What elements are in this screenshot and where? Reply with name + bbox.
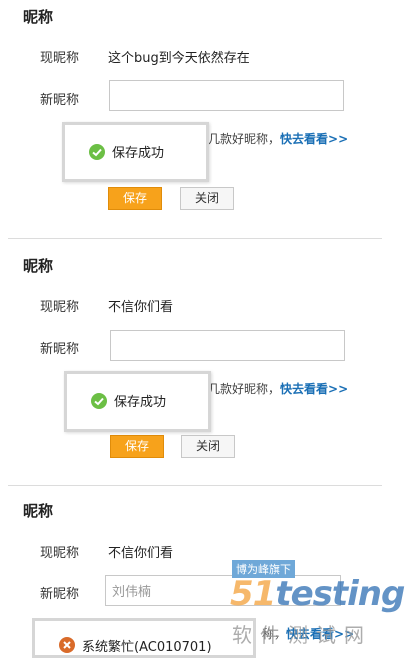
new-nickname-label: 新昵称	[40, 587, 80, 602]
divider	[8, 485, 382, 486]
watermark-logo: 博为峰旗下 51testing 软件测试网	[228, 556, 418, 648]
hint-text: 几款好昵称，	[208, 382, 281, 396]
nickname-hint: 几款好昵称，快去看看>>	[208, 380, 348, 397]
watermark-brand-text: testing	[275, 574, 405, 614]
current-nickname-label: 现昵称	[40, 51, 80, 66]
current-nickname-value: 不信你们看	[108, 546, 174, 561]
see-more-link[interactable]: 快去看看>>	[280, 132, 348, 146]
watermark-brand-number: 51	[230, 574, 276, 614]
save-button[interactable]: 保存	[108, 187, 162, 210]
watermark-subtitle: 软件测试网	[232, 623, 372, 647]
divider	[8, 238, 382, 239]
new-nickname-label: 新昵称	[40, 342, 80, 357]
error-icon	[59, 637, 75, 653]
close-button[interactable]: 关闭	[181, 435, 235, 458]
panel-title: 昵称	[23, 257, 54, 275]
current-nickname-label: 现昵称	[40, 546, 80, 561]
error-toast: 系统繁忙(AC010701)	[32, 618, 256, 658]
see-more-link[interactable]: 快去看看>>	[280, 382, 348, 396]
current-nickname-value: 这个bug到今天依然存在	[108, 51, 250, 66]
toast-message: 保存成功	[114, 395, 167, 410]
hint-text: 几款好昵称，	[208, 132, 281, 146]
panel-title: 昵称	[23, 8, 54, 26]
toast-message: 保存成功	[112, 146, 165, 161]
close-button[interactable]: 关闭	[180, 187, 234, 210]
save-button[interactable]: 保存	[110, 435, 164, 458]
panel-title: 昵称	[23, 502, 54, 520]
success-toast: 保存成功	[64, 371, 211, 432]
success-toast: 保存成功	[62, 122, 209, 182]
current-nickname-value: 不信你们看	[108, 300, 174, 315]
check-icon	[91, 393, 107, 409]
new-nickname-input[interactable]	[109, 80, 344, 111]
current-nickname-label: 现昵称	[40, 300, 80, 315]
new-nickname-input[interactable]	[110, 330, 345, 361]
check-icon	[89, 144, 105, 160]
error-message: 系统繁忙(AC010701)	[82, 640, 212, 655]
nickname-hint: 几款好昵称，快去看看>>	[208, 130, 348, 147]
watermark-brand: 51testing	[230, 574, 405, 614]
new-nickname-label: 新昵称	[40, 93, 80, 108]
